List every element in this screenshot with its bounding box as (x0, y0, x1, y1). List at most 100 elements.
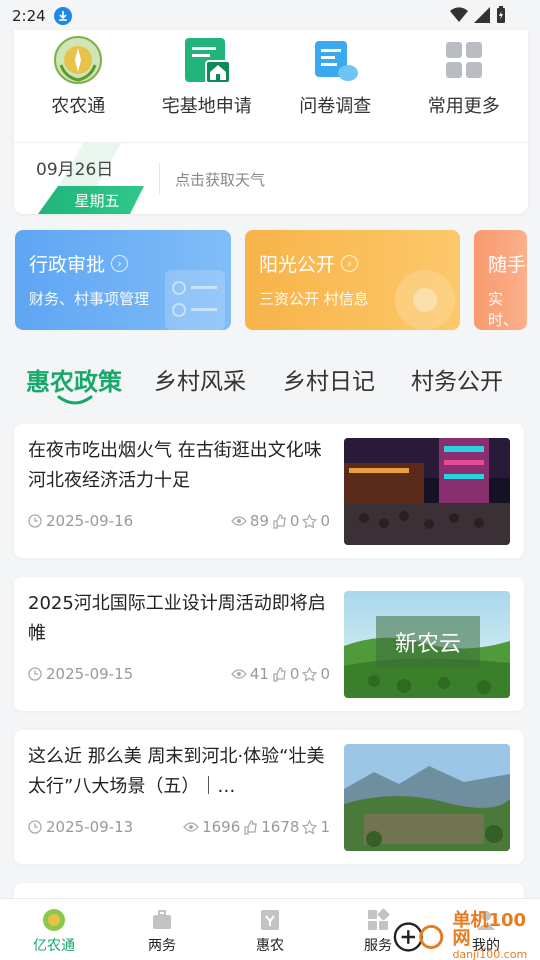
quick-action-survey[interactable]: 问卷调查 (271, 30, 400, 142)
tab-policy[interactable]: 惠农政策 (26, 362, 122, 397)
news-date-row: 2025-09-15 (28, 665, 133, 683)
news-stats: 1696 1678 1 (183, 818, 330, 836)
news-thumbnail (344, 438, 510, 545)
quick-action-nongnongtong[interactable]: 农农通 (14, 30, 143, 142)
eye-icon (183, 822, 199, 832)
service-card-snapshot[interactable]: 随手 实时、 (474, 230, 527, 330)
service-title: 随手 (488, 254, 527, 276)
service-title-row: 阳光公开 › (259, 250, 359, 277)
nav-benefit[interactable]: 惠农 (216, 899, 324, 960)
star-icon (302, 666, 318, 682)
news-thumbnail: 新农云 (344, 591, 510, 698)
weather-hint[interactable]: 点击获取天气 (175, 169, 265, 190)
watermark: 单机100网 danji100.com (393, 912, 540, 960)
news-date: 2025-09-15 (46, 665, 134, 683)
thumbnail-caption: 新农云 (394, 632, 461, 657)
favorites-count: 0 (320, 512, 330, 530)
news-title: 2025河北国际工业设计周活动即将启帷 (28, 593, 326, 644)
quick-action-label: 农农通 (51, 96, 106, 117)
service-title: 阳光公开 (259, 254, 336, 276)
news-thumbnail (344, 744, 510, 851)
quick-action-label: 宅基地申请 (161, 96, 252, 117)
top-card: 农农通 宅基地申请 问卷调查 常用更多 09月26日 星期五 点击获取天气 (14, 30, 528, 215)
news-title: 在夜市吃出烟火气 在古街逛出文化味 河北夜经济活力十足 (28, 440, 322, 491)
chevron-right-icon: › (341, 255, 359, 272)
divider (159, 163, 160, 195)
tab-village-scenery[interactable]: 乡村风采 (154, 362, 246, 396)
news-date-row: 2025-09-16 (28, 512, 133, 530)
benefit-icon (257, 907, 283, 933)
news-tabs: 惠农政策 乡村风采 乡村日记 村务公开 (0, 350, 540, 410)
eye-icon (230, 516, 247, 526)
nav-label: 惠农 (256, 938, 284, 954)
briefcase-icon (149, 907, 175, 933)
favorites-count: 1 (320, 818, 330, 836)
emblem-icon (41, 907, 67, 933)
service-title-row: 行政审批 › (29, 250, 129, 277)
house-doc-icon (181, 34, 233, 86)
news-stats: 41 0 0 (230, 665, 330, 683)
news-item[interactable]: 在夜市吃出烟火气 在古街逛出文化味 河北夜经济活力十足 2025-09-16 8… (14, 424, 524, 558)
news-date-row: 2025-09-13 (28, 818, 133, 836)
sun-icon (395, 270, 455, 330)
nav-label: 亿农通 (33, 938, 75, 954)
news-date: 2025-09-13 (46, 818, 134, 836)
views-count: 41 (249, 665, 269, 683)
thumbs-up-icon (273, 513, 286, 529)
clock-icon (28, 514, 42, 528)
likes-count: 0 (289, 665, 300, 683)
wifi-icon (450, 7, 468, 23)
quick-action-label: 问卷调查 (299, 96, 372, 117)
weather-date: 09月26日 (36, 160, 114, 180)
service-card-sunshine-disclosure[interactable]: 阳光公开 › 三资公开 村信息 (245, 230, 460, 330)
watermark-logo-icon (393, 921, 444, 952)
download-icon (53, 7, 72, 25)
checklist-icon (165, 270, 225, 330)
status-time: 2:24 (12, 7, 46, 25)
tab-village-affairs[interactable]: 村务公开 (411, 362, 503, 396)
nav-home[interactable]: 亿农通 (0, 899, 108, 960)
nav-two-affairs[interactable]: 两务 (108, 899, 216, 960)
survey-icon (309, 34, 361, 86)
nav-label: 两务 (148, 938, 176, 954)
nav-label: 服务 (364, 938, 392, 954)
chevron-right-icon: › (111, 255, 129, 272)
quick-actions: 农农通 宅基地申请 问卷调查 常用更多 (14, 30, 528, 142)
service-card-admin-approval[interactable]: 行政审批 › 财务、村事项管理 (15, 230, 231, 330)
thumbs-up-icon (273, 666, 286, 682)
views-count: 89 (249, 512, 269, 530)
emblem-icon (52, 34, 104, 86)
news-title: 这么近 那么美 周末到河北·体验“壮美太行”八大场景（五）｜… (28, 746, 325, 797)
tab-village-diary[interactable]: 乡村日记 (283, 362, 375, 396)
news-item[interactable]: 2025河北国际工业设计周活动即将启帷 2025-09-15 41 0 0 新农… (14, 577, 524, 711)
watermark-url: danji100.com (452, 948, 528, 960)
service-title-row: 随手 (488, 250, 526, 277)
weather-widget[interactable]: 09月26日 星期五 点击获取天气 (14, 142, 528, 215)
grid-icon (438, 34, 490, 86)
likes-count: 1678 (261, 818, 300, 836)
service-subtitle: 实时、 (488, 290, 519, 329)
star-icon (302, 513, 318, 529)
clock-icon (28, 820, 42, 834)
clock-icon (28, 667, 42, 681)
quick-action-more[interactable]: 常用更多 (400, 30, 529, 142)
watermark-brand: 单机100网 (452, 910, 527, 949)
star-icon (302, 819, 318, 835)
views-count: 1696 (202, 818, 241, 836)
news-item[interactable]: 这么近 那么美 周末到河北·体验“壮美太行”八大场景（五）｜… 2025-09-… (14, 730, 524, 864)
status-bar: 2:24 (0, 0, 540, 32)
quick-action-homestead[interactable]: 宅基地申请 (143, 30, 272, 142)
signal-icon (474, 7, 490, 23)
service-title: 行政审批 (29, 254, 106, 276)
eye-icon (230, 669, 247, 679)
grid-icon (365, 907, 391, 933)
news-stats: 89 0 0 (230, 512, 330, 530)
likes-count: 0 (289, 512, 300, 530)
battery-icon (497, 6, 505, 23)
favorites-count: 0 (320, 665, 330, 683)
thumbs-up-icon (244, 819, 258, 835)
service-subtitle: 三资公开 村信息 (259, 290, 369, 308)
quick-action-label: 常用更多 (427, 96, 500, 117)
active-tab-indicator (57, 395, 93, 405)
service-subtitle: 财务、村事项管理 (29, 290, 150, 308)
